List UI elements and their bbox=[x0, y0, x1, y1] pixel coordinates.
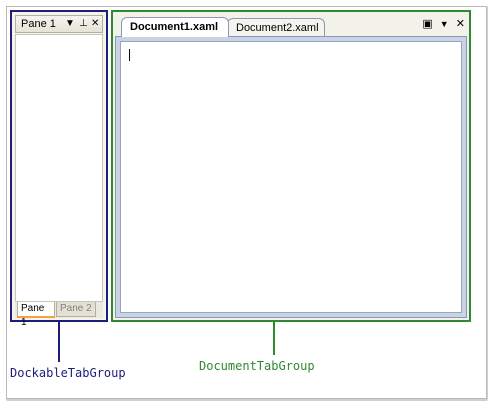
dockable-tab-group: Pane 1 ▼ ⊥ ✕ Pane 1 Pane 2 bbox=[10, 10, 108, 328]
tab-document1[interactable]: Document1.xaml bbox=[121, 17, 229, 37]
screenshot-shadow: Pane 1 ▼ ⊥ ✕ Pane 1 Pane 2 Document2.xam… bbox=[6, 6, 488, 401]
pin-icon[interactable]: ⊥ bbox=[79, 17, 88, 31]
pane-tab-1[interactable]: Pane 1 bbox=[17, 302, 55, 328]
window-list-icon[interactable]: ▣ bbox=[422, 17, 432, 30]
document-controls: ▣ ▼ ✕ bbox=[418, 17, 465, 30]
document-body bbox=[115, 36, 467, 318]
document-editor[interactable] bbox=[120, 41, 462, 313]
dockable-tab-group-label: DockableTabGroup bbox=[10, 366, 126, 380]
pane-tab-2[interactable]: Pane 2 bbox=[56, 302, 96, 317]
screenshot-frame: Pane 1 ▼ ⊥ ✕ Pane 1 Pane 2 Document2.xam… bbox=[6, 6, 487, 399]
pane-title: Pane 1 bbox=[21, 18, 56, 30]
pane-header: Pane 1 ▼ ⊥ ✕ bbox=[15, 15, 103, 33]
pane-close-icon[interactable]: ✕ bbox=[91, 17, 99, 31]
document-dropdown-icon[interactable]: ▼ bbox=[440, 19, 449, 29]
pane-dropdown-icon[interactable]: ▼ bbox=[65, 17, 75, 31]
pane-tab-strip: Pane 1 Pane 2 bbox=[15, 302, 103, 328]
document-close-icon[interactable]: ✕ bbox=[456, 17, 465, 30]
document-connector-line bbox=[273, 322, 275, 355]
text-caret bbox=[129, 49, 130, 61]
dockable-connector-line bbox=[58, 322, 60, 362]
document-tab-group: Document2.xaml Document1.xaml ▣ ▼ ✕ bbox=[111, 10, 471, 322]
pane-content bbox=[15, 34, 103, 302]
tab-document2[interactable]: Document2.xaml bbox=[227, 18, 325, 37]
document-tab-group-label: DocumentTabGroup bbox=[199, 359, 315, 373]
document-tab-strip: Document2.xaml Document1.xaml ▣ ▼ ✕ bbox=[115, 14, 467, 37]
